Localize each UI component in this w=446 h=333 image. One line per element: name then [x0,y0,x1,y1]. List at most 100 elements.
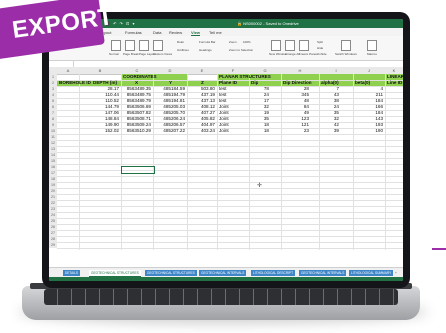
cell-dip[interactable]: 32 [249,104,269,109]
cell-depth[interactable]: 144.79 [79,104,119,109]
cell-beta[interactable]: 4 [353,86,383,91]
cell-beta[interactable]: 166 [353,104,383,109]
cell-alpha[interactable]: 32 [319,116,339,121]
ribbon-label-ruler[interactable]: Ruler [177,40,184,44]
normal-view-icon[interactable] [111,40,121,51]
column-header-k[interactable]: K [385,68,403,73]
cell-x[interactable]: 8563508.71 [121,116,151,121]
cell-y[interactable]: 485205.70 [153,110,185,115]
cell-beta[interactable]: 184 [353,98,383,103]
cell-depth[interactable]: 147.06 [79,110,119,115]
sheet-tab-geotechnical-structures-2[interactable]: GEOTECHNICAL STRUCTURES [145,270,197,276]
cell-dip-direction[interactable]: 28 [283,86,309,91]
cell-x[interactable]: 8563506.69 [121,104,151,109]
cell-alpha[interactable]: 24 [319,104,339,109]
cell-plane-id[interactable]: Joint [219,128,247,133]
page-break-icon[interactable] [125,40,135,51]
cell-plane-id[interactable]: Joint [219,110,247,115]
switch-windows-icon[interactable] [341,40,351,51]
tab-tell-me[interactable]: Tell me [209,30,222,35]
cell-y[interactable]: 485206.57 [153,122,185,127]
cell-alpha[interactable]: 35 [319,110,339,115]
cell-x[interactable]: 8563489.75 [121,92,151,97]
cell-beta[interactable]: 193 [353,122,383,127]
row-header[interactable]: 29 [49,242,57,248]
cell-alpha[interactable]: 42 [319,122,339,127]
cell-dip-direction[interactable]: 84 [283,104,309,109]
cell-dip[interactable]: 17 [249,98,269,103]
cell-x[interactable]: 8563507.82 [121,110,151,115]
cell-dip-direction[interactable]: 48 [283,98,309,103]
new-window-icon[interactable] [271,40,281,51]
cell-depth[interactable]: 28.17 [79,86,120,91]
ribbon-label-unhide[interactable]: Unhide [317,52,327,56]
cell-dip-direction[interactable]: 123 [283,116,309,121]
sheet-tab-lithological-description[interactable]: LITHOLOGICAL DESCRIPT [251,270,296,276]
sheet-tab-geotechnical-structures[interactable]: GEOTECHNICAL STRUCTURES [89,270,141,277]
cell-z[interactable]: 437.13 [187,98,215,103]
cell-x[interactable]: 8563510.29 [121,128,151,133]
macros-icon[interactable] [367,40,377,51]
column-header-a[interactable]: A [57,68,79,73]
freeze-panes-icon[interactable] [299,40,309,51]
cell-z[interactable]: 408.12 [187,104,215,109]
ribbon-label-formula-bar[interactable]: Formula Bar [199,40,216,44]
cell-z[interactable]: 437.19 [187,92,215,97]
cell-alpha[interactable]: 43 [319,92,339,97]
page-layout-icon[interactable] [139,40,149,51]
cell-dip-direction[interactable]: 121 [283,122,309,127]
cell-y[interactable]: 485206.24 [153,116,185,121]
cell-y[interactable]: 485207.22 [153,128,185,133]
cell-plane-id[interactable]: test [219,98,247,103]
cell-z[interactable]: 405.82 [187,116,215,121]
tab-review[interactable]: Review [169,30,182,35]
column-header-g[interactable]: G [249,68,281,73]
cell-z[interactable]: 403.24 [187,128,215,133]
column-header-e[interactable]: E [187,68,217,73]
cell-alpha[interactable]: 39 [319,128,339,133]
cell-dip[interactable]: 24 [249,92,269,97]
column-header-h[interactable]: H [281,68,319,73]
cell-beta[interactable]: 184 [353,110,383,115]
cell-dip[interactable]: 35 [249,116,269,121]
cell-depth[interactable]: 110.52 [79,98,119,103]
column-header-d[interactable]: D [153,68,187,73]
ribbon-label-zoom[interactable]: Zoom [229,40,237,44]
sheet-tab-geotechnical-intervals[interactable]: GEOTECHNICAL INTERVALS [199,270,247,276]
cell-z[interactable]: 503.80 [187,86,215,91]
ribbon-label-headings[interactable]: Headings [199,48,212,52]
column-header-c[interactable]: C [121,68,153,73]
custom-views-icon[interactable] [153,40,163,51]
cell-dip-direction[interactable]: 49 [283,110,309,115]
zoom-level[interactable]: 100% [243,40,251,44]
arrange-all-icon[interactable] [285,40,295,51]
sheet-tab-lithological-summary[interactable]: LITHOLOGICAL SUMMARY [349,270,394,276]
ribbon-label-split[interactable]: Split [317,40,323,44]
cell-beta[interactable]: 143 [353,116,383,121]
cell-plane-id[interactable]: Joint [219,104,247,109]
cell-dip[interactable]: 18 [249,128,269,133]
sheet-tab-details[interactable]: DETAILS [63,270,81,276]
cell-depth[interactable]: 110.44 [79,92,119,97]
cell-plane-id[interactable]: Joint [219,116,247,121]
column-header-f[interactable]: F [217,68,249,73]
column-header-i[interactable]: I [319,68,353,73]
ribbon-label-hide[interactable]: Hide [317,46,323,50]
cell-depth[interactable]: 152.02 [79,128,119,133]
cell-depth[interactable]: 148.84 [79,116,119,121]
cell-depth[interactable]: 149.90 [79,122,119,127]
add-sheet-button[interactable]: + [393,270,399,276]
cell-dip-direction[interactable]: 23 [283,128,309,133]
cell-plane-id[interactable]: Joint [219,122,247,127]
cell-y[interactable]: 485194.81 [153,98,185,103]
tab-formulas[interactable]: Formulas [125,30,142,35]
cell-dip[interactable]: 19 [249,110,269,115]
column-header-b[interactable]: B [79,68,121,73]
cell-alpha[interactable]: 38 [319,98,339,103]
cell-y[interactable]: 485205.03 [153,104,185,109]
ribbon-label-zoom-selection[interactable]: Zoom to Selection [229,48,253,52]
cell-y[interactable]: 485194.79 [153,92,185,97]
tab-data[interactable]: Data [153,30,161,35]
cell-x[interactable]: 8563489.79 [121,98,151,103]
cell-y[interactable]: 485184.59 [153,86,185,91]
